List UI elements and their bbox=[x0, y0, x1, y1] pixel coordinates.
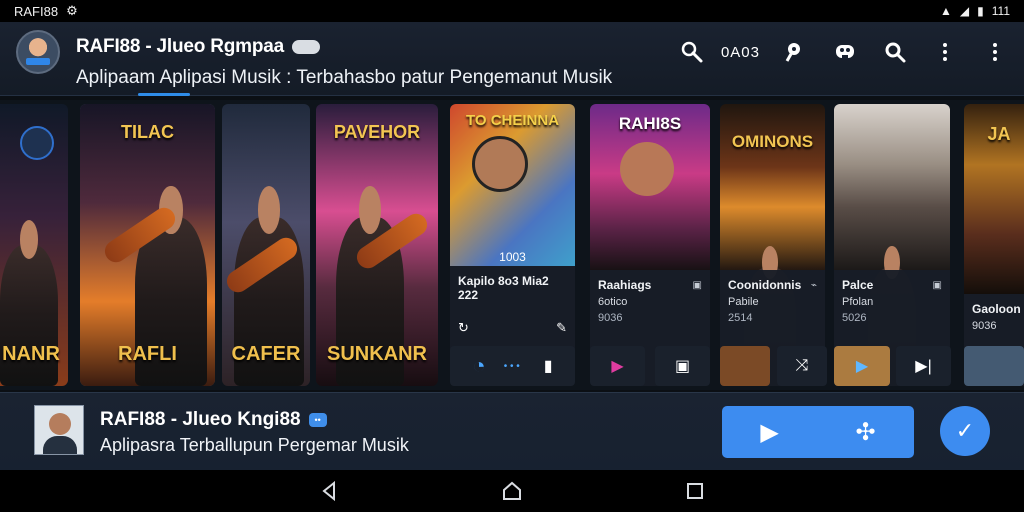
nav-home-icon bbox=[503, 481, 521, 500]
now-playing-subtitle: Aplipasra Terballupun Pergemar Musik bbox=[100, 435, 409, 455]
check-button[interactable]: ✓ bbox=[940, 406, 990, 456]
album-info-sub: 6otico bbox=[598, 296, 628, 308]
mini-play-overlay-icon[interactable]: ▶ bbox=[856, 356, 868, 376]
bookmark-icon[interactable]: ▮ bbox=[544, 356, 553, 376]
system-navigation-bar bbox=[0, 470, 1024, 512]
mini-skip-tile[interactable]: ▶| bbox=[896, 346, 951, 386]
album-card[interactable]: CAFER bbox=[222, 104, 310, 386]
nav-recents-icon bbox=[687, 483, 703, 499]
album-info-meta: 2514 bbox=[728, 312, 753, 324]
album-card[interactable]: ▣ Palce Pfolan 5026 bbox=[834, 104, 950, 386]
album-info-sub: 9036 bbox=[972, 320, 997, 332]
album-more-icon[interactable]: ▣ bbox=[933, 280, 942, 291]
user-avatar[interactable] bbox=[16, 30, 60, 74]
wifi-icon: ▲ bbox=[940, 4, 952, 18]
equalizer-icon[interactable]: ◔ bbox=[472, 353, 485, 379]
artist-face bbox=[472, 136, 528, 192]
now-playing-bar[interactable]: RAFI88 - Jlueo Kngi88 •• Aplipasra Terba… bbox=[0, 392, 1024, 470]
app-subtitle: Aplipaam Aplipasi Musik : Terbahasbo pat… bbox=[76, 67, 613, 88]
nav-recents-button[interactable] bbox=[681, 477, 709, 505]
poster-center-text: 1003 bbox=[499, 250, 526, 264]
skip-icon[interactable]: ▶| bbox=[915, 356, 931, 376]
status-app-name: RAFI88 bbox=[14, 3, 59, 19]
signal-icon: ◢ bbox=[959, 4, 970, 18]
nav-home-button[interactable] bbox=[498, 477, 526, 505]
shuffle-icon[interactable]: ✣ bbox=[856, 418, 876, 447]
album-card[interactable]: OMINONS ⌁ Coonidonnis Pabile 2514 bbox=[720, 104, 825, 386]
album-logo bbox=[20, 126, 54, 160]
repeat-icon[interactable]: ↻ bbox=[458, 320, 469, 336]
nav-back-button[interactable] bbox=[315, 477, 343, 505]
check-icon: ✓ bbox=[955, 418, 975, 443]
poster-title: RAHI8S bbox=[618, 114, 682, 133]
album-art bbox=[720, 104, 825, 270]
more-options-icon[interactable] bbox=[930, 37, 960, 67]
app-header: RAFI88 - Jlueo Rgmpaa Aplipaam Aplipasi … bbox=[0, 22, 1024, 96]
album-card[interactable]: PAVEHOR SUNKANR bbox=[316, 104, 438, 386]
album-card[interactable]: TO CHEINNA 1003 Kapilo 8o3 Mia2 222 ↻ ✎ bbox=[450, 104, 575, 386]
now-playing-title: RAFI88 - Jlueo Kngi88 bbox=[100, 409, 301, 430]
album-info-title: Kapilo 8o3 Mia2 222 bbox=[458, 274, 549, 302]
app-title: RAFI88 - Jlueo Rgmpaa bbox=[76, 36, 285, 57]
mini-play-tile[interactable]: ▶ bbox=[590, 346, 645, 386]
header-toolbar: 0A03 bbox=[677, 37, 1010, 67]
mini-artist-thumb[interactable]: ▶ bbox=[834, 346, 890, 386]
header-pill-badge bbox=[292, 40, 321, 54]
poster-title: JA bbox=[987, 124, 1011, 144]
album-card-selected[interactable]: TILAC RAFLI bbox=[80, 104, 215, 386]
status-bar: RAFI88 ⚙ ▲ ◢ ▮ 111 bbox=[0, 0, 1024, 22]
album-more-icon[interactable]: ▣ bbox=[693, 280, 702, 291]
mini-control-row: ◔ • • • ▮ ▶ ▣ ⤨ ▶ ▶| bbox=[0, 346, 1024, 388]
album-info-sub: Pabile bbox=[728, 296, 759, 308]
pin-small-icon[interactable]: ✎ bbox=[556, 320, 567, 336]
album-card[interactable]: NANR bbox=[0, 104, 68, 386]
status-left: RAFI88 ⚙ bbox=[14, 3, 78, 19]
mini-action-group: ◔ • • • ▮ bbox=[450, 346, 575, 386]
playback-controls: ▶ ✣ bbox=[722, 406, 914, 458]
now-playing-title-row: RAFI88 - Jlueo Kngi88 •• bbox=[100, 409, 327, 431]
album-more-icon[interactable]: ⌁ bbox=[811, 280, 817, 291]
album-card[interactable]: RAHI8S ▣ Raahiags 6otico 9036 bbox=[590, 104, 710, 386]
mini-profile-thumb[interactable] bbox=[964, 346, 1024, 386]
album-info-title: Raahiags bbox=[598, 278, 652, 292]
poster-title: OMINONS bbox=[731, 132, 814, 151]
more-menu-icon[interactable] bbox=[980, 37, 1010, 67]
dots-indicator: • • • bbox=[503, 360, 520, 372]
artist-face bbox=[620, 142, 674, 196]
header-counter-text: 0A03 bbox=[720, 43, 760, 61]
mini-play-icon[interactable]: ▶ bbox=[611, 356, 623, 376]
album-info-title: Palce bbox=[842, 278, 874, 292]
album-card[interactable]: JA Gaoloon 9036 bbox=[964, 104, 1024, 386]
mini-cast-tile[interactable]: ▣ bbox=[655, 346, 710, 386]
album-info-meta: 5026 bbox=[842, 312, 867, 324]
header-title-row: RAFI88 - Jlueo Rgmpaa bbox=[76, 36, 321, 58]
controller-icon[interactable] bbox=[830, 37, 860, 67]
search-icon[interactable] bbox=[880, 37, 910, 67]
now-playing-badge: •• bbox=[308, 413, 327, 427]
album-info-title: Gaoloon bbox=[972, 302, 1021, 316]
album-info-sub: Pfolan bbox=[842, 296, 874, 308]
battery-icon: ▮ bbox=[977, 4, 984, 18]
cast-icon[interactable]: ▣ bbox=[675, 356, 690, 376]
poster-title: TO CHEINNA bbox=[465, 112, 560, 129]
mini-shuffle-tile[interactable]: ⤨ bbox=[777, 346, 827, 386]
now-playing-thumbnail[interactable] bbox=[34, 405, 84, 455]
shuffle-small-icon[interactable]: ⤨ bbox=[796, 357, 809, 375]
poster-title: TILAC bbox=[121, 122, 174, 142]
album-art bbox=[834, 104, 950, 270]
poster-title: PAVEHOR bbox=[333, 122, 421, 142]
pin-icon[interactable] bbox=[780, 37, 810, 67]
nav-back-icon bbox=[322, 480, 335, 502]
mini-album-thumb[interactable] bbox=[720, 346, 770, 386]
status-right: ▲ ◢ ▮ 111 bbox=[940, 4, 1010, 18]
status-notification-icon: ⚙ bbox=[66, 3, 78, 18]
search-small-icon[interactable] bbox=[677, 37, 707, 67]
album-info-meta: 9036 bbox=[598, 312, 623, 324]
play-icon[interactable]: ▶ bbox=[760, 418, 778, 447]
album-info-title: Coonidonnis bbox=[728, 278, 802, 292]
active-tab-indicator bbox=[138, 93, 190, 96]
status-time: 111 bbox=[991, 4, 1010, 18]
